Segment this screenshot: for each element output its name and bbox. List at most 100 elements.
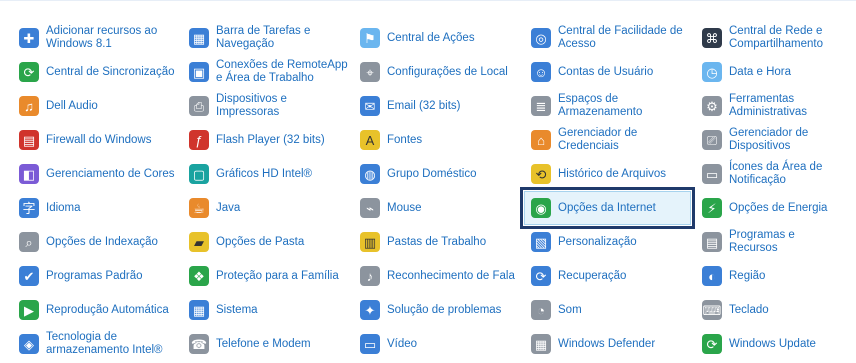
- control-panel-item-label: Windows Defender: [558, 337, 656, 350]
- control-panel-item[interactable]: ▶ Reprodução Automática: [12, 293, 178, 327]
- control-panel-item[interactable]: ☺ Contas de Usuário: [524, 55, 691, 89]
- control-panel-item-label: Java: [216, 201, 241, 214]
- dell-audio-icon: ♫: [19, 96, 39, 116]
- recovery-icon: ⟳: [531, 266, 551, 286]
- control-panel-item-label: Firewall do Windows: [46, 133, 152, 146]
- notification-area-icon: ▭: [702, 164, 722, 184]
- control-panel-item-label: Som: [558, 303, 582, 316]
- control-panel-item-label: Sistema: [216, 303, 258, 316]
- control-panel-item[interactable]: ▤ Programas e Recursos: [695, 225, 846, 259]
- control-panel-item[interactable]: ▦ Sistema: [182, 293, 349, 327]
- control-panel-item-label: Reprodução Automática: [46, 303, 169, 316]
- control-panel-item[interactable]: ♫ Dell Audio: [12, 89, 178, 123]
- system-icon: ▦: [189, 300, 209, 320]
- network-icon: ⌘: [702, 28, 722, 48]
- control-panel-item[interactable]: ⌁ Mouse: [353, 191, 520, 225]
- control-panel-item-label: Flash Player (32 bits): [216, 133, 325, 146]
- control-panel-item[interactable]: ◧ Gerenciamento de Cores: [12, 157, 178, 191]
- devices-printers-icon: ⎙: [189, 96, 209, 116]
- control-panel-item[interactable]: ⚙ Ferramentas Administrativas: [695, 89, 846, 123]
- control-panel-item-label: Histórico de Arquivos: [558, 167, 667, 180]
- control-panel-item[interactable]: ✉ Email (32 bits): [353, 89, 520, 123]
- control-panel-item[interactable]: ⚡ Opções de Energia: [695, 191, 846, 225]
- control-panel-item[interactable]: ◔ Som: [524, 293, 691, 327]
- admin-tools-icon: ⚙: [702, 96, 722, 116]
- control-panel-item[interactable]: ⌘ Central de Rede e Compartilhamento: [695, 21, 846, 55]
- control-panel-item[interactable]: ▣ Conexões de RemoteApp e Área de Trabalh…: [182, 55, 349, 89]
- speech-recognition-icon: ♪: [360, 266, 380, 286]
- control-panel-item[interactable]: ◈ Tecnologia de armazenamento Intel®: [12, 327, 178, 361]
- control-panel-item-label: Conexões de RemoteApp e Área de Trabalho: [216, 59, 348, 84]
- file-history-icon: ⟲: [531, 164, 551, 184]
- control-panel-item[interactable]: A Fontes: [353, 123, 520, 157]
- control-panel-item[interactable]: ⎙ Dispositivos e Impressoras: [182, 89, 349, 123]
- control-panel-item[interactable]: ▦ Barra de Tarefas e Navegação: [182, 21, 349, 55]
- control-panel-item[interactable]: ◎ Central de Facilidade de Acesso: [524, 21, 691, 55]
- control-panel-item[interactable]: ◐ Região: [695, 259, 846, 293]
- control-panel-item-label: Gráficos HD Intel®: [216, 167, 313, 180]
- control-panel-item-label: Gerenciador de Credenciais: [558, 127, 638, 152]
- control-panel-item[interactable]: ▢ Gráficos HD Intel®: [182, 157, 349, 191]
- control-panel-item-label: Opções de Energia: [729, 201, 828, 214]
- control-panel-item[interactable]: ⚑ Central de Ações: [353, 21, 520, 55]
- device-manager-icon: ⎚: [702, 130, 722, 150]
- control-panel-item[interactable]: ≣ Espaços de Armazenamento: [524, 89, 691, 123]
- control-panel-item-label: Gerenciamento de Cores: [46, 167, 175, 180]
- intel-storage-icon: ◈: [19, 334, 39, 354]
- phone-modem-icon: ☎: [189, 334, 209, 354]
- control-panel-item[interactable]: ✦ Solução de problemas: [353, 293, 520, 327]
- control-panel-item[interactable]: ⟳ Recuperação: [524, 259, 691, 293]
- control-panel-item[interactable]: ▭ Ícones da Área de Notificação: [695, 157, 846, 191]
- control-panel-item-label: Central de Rede e Compartilhamento: [729, 25, 823, 50]
- control-panel-item[interactable]: ▤ Firewall do Windows: [12, 123, 178, 157]
- control-panel-item[interactable]: ♪ Reconhecimento de Fala: [353, 259, 520, 293]
- control-panel-item[interactable]: ⟳ Central de Sincronização: [12, 55, 178, 89]
- flash-player-icon: ƒ: [189, 130, 209, 150]
- power-options-icon: ⚡: [702, 198, 722, 218]
- control-panel-item-label: Telefone e Modem: [216, 337, 311, 350]
- control-panel-item[interactable]: ☎ Telefone e Modem: [182, 327, 349, 361]
- control-panel-item[interactable]: ƒ Flash Player (32 bits): [182, 123, 349, 157]
- control-panel-item[interactable]: ⟲ Histórico de Arquivos: [524, 157, 691, 191]
- control-panel-item[interactable]: ◉ Opções da Internet: [520, 187, 695, 229]
- indexing-options-icon: ⌕: [19, 232, 39, 252]
- control-panel-item-label: Recuperação: [558, 269, 627, 282]
- control-panel-item[interactable]: ▭ Vídeo: [353, 327, 520, 361]
- control-panel-item[interactable]: ▰ Opções de Pasta: [182, 225, 349, 259]
- control-panel-item[interactable]: ⌂ Gerenciador de Credenciais: [524, 123, 691, 157]
- control-panel-item-label: Opções de Pasta: [216, 235, 305, 248]
- control-panel-item-label: Reconhecimento de Fala: [387, 269, 515, 282]
- control-panel-item-label: Central de Facilidade de Acesso: [558, 25, 683, 50]
- java-icon: ☕: [189, 198, 209, 218]
- language-icon: 字: [19, 198, 39, 218]
- windows-feature-icon: ✚: [19, 28, 39, 48]
- control-panel-item-label: Programas Padrão: [46, 269, 143, 282]
- windows-update-icon: ⟳: [702, 334, 722, 354]
- control-panel-item[interactable]: 字 Idioma: [12, 191, 178, 225]
- sync-center-icon: ⟳: [19, 62, 39, 82]
- control-panel-item[interactable]: ⌕ Opções de Indexação: [12, 225, 178, 259]
- display-icon: ▭: [360, 334, 380, 354]
- control-panel-item-label: Teclado: [729, 303, 769, 316]
- control-panel-item[interactable]: ✚ Adicionar recursos ao Windows 8.1: [12, 21, 178, 55]
- control-panel-item[interactable]: ⎚ Gerenciador de Dispositivos: [695, 123, 846, 157]
- control-panel-item[interactable]: ⌖ Configurações de Local: [353, 55, 520, 89]
- autoplay-icon: ▶: [19, 300, 39, 320]
- control-panel-item[interactable]: ▥ Pastas de Trabalho: [353, 225, 520, 259]
- control-panel-item[interactable]: ❖ Proteção para a Família: [182, 259, 349, 293]
- control-panel-item[interactable]: ⟳ Windows Update: [695, 327, 846, 361]
- control-panel-item[interactable]: ▦ Windows Defender: [524, 327, 691, 361]
- control-panel-item-label: Central de Sincronização: [46, 65, 175, 78]
- control-panel-item[interactable]: ☕ Java: [182, 191, 349, 225]
- remote-desktop-icon: ▣: [189, 62, 209, 82]
- control-panel-item[interactable]: ✔ Programas Padrão: [12, 259, 178, 293]
- control-panel-item[interactable]: ◷ Data e Hora: [695, 55, 846, 89]
- date-time-icon: ◷: [702, 62, 722, 82]
- control-panel-item[interactable]: ▧ Personalização: [524, 225, 691, 259]
- control-panel-item-label: Espaços de Armazenamento: [558, 93, 643, 118]
- region-icon: ◐: [702, 266, 722, 286]
- control-panel-grid: ✚ Adicionar recursos ao Windows 8.1 ▦ Barra…: [12, 21, 850, 361]
- control-panel-item[interactable]: ⌨ Teclado: [695, 293, 846, 327]
- control-panel-item[interactable]: ◍ Grupo Doméstico: [353, 157, 520, 191]
- control-panel-item-label: Programas e Recursos: [729, 229, 795, 254]
